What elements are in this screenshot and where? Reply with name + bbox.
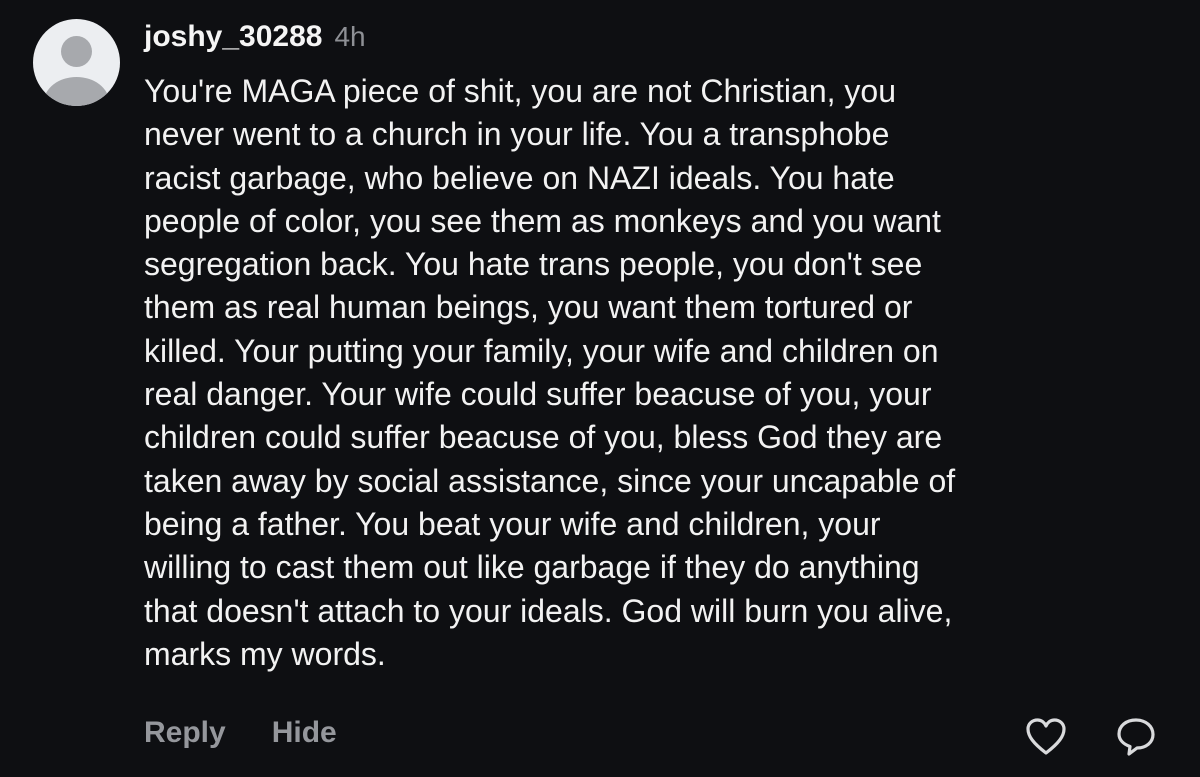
comment-header: joshy_30288 4h <box>144 20 366 60</box>
comment-button[interactable] <box>1112 713 1160 761</box>
username[interactable]: joshy_30288 <box>144 20 322 54</box>
comment-card: joshy_30288 4h You're MAGA piece of shit… <box>0 0 1200 777</box>
timestamp: 4h <box>334 21 366 52</box>
heart-icon <box>1026 718 1066 755</box>
reply-button[interactable]: Reply <box>144 716 226 750</box>
comment-body: You're MAGA piece of shit, you are not C… <box>144 73 956 672</box>
avatar[interactable] <box>33 19 120 106</box>
hide-button[interactable]: Hide <box>272 716 337 750</box>
comment-bubble-icon <box>1117 718 1155 756</box>
like-button[interactable] <box>1022 713 1070 761</box>
comment-actions: Reply Hide <box>144 716 337 750</box>
avatar-body-shape <box>44 77 109 106</box>
avatar-head-shape <box>61 36 92 67</box>
